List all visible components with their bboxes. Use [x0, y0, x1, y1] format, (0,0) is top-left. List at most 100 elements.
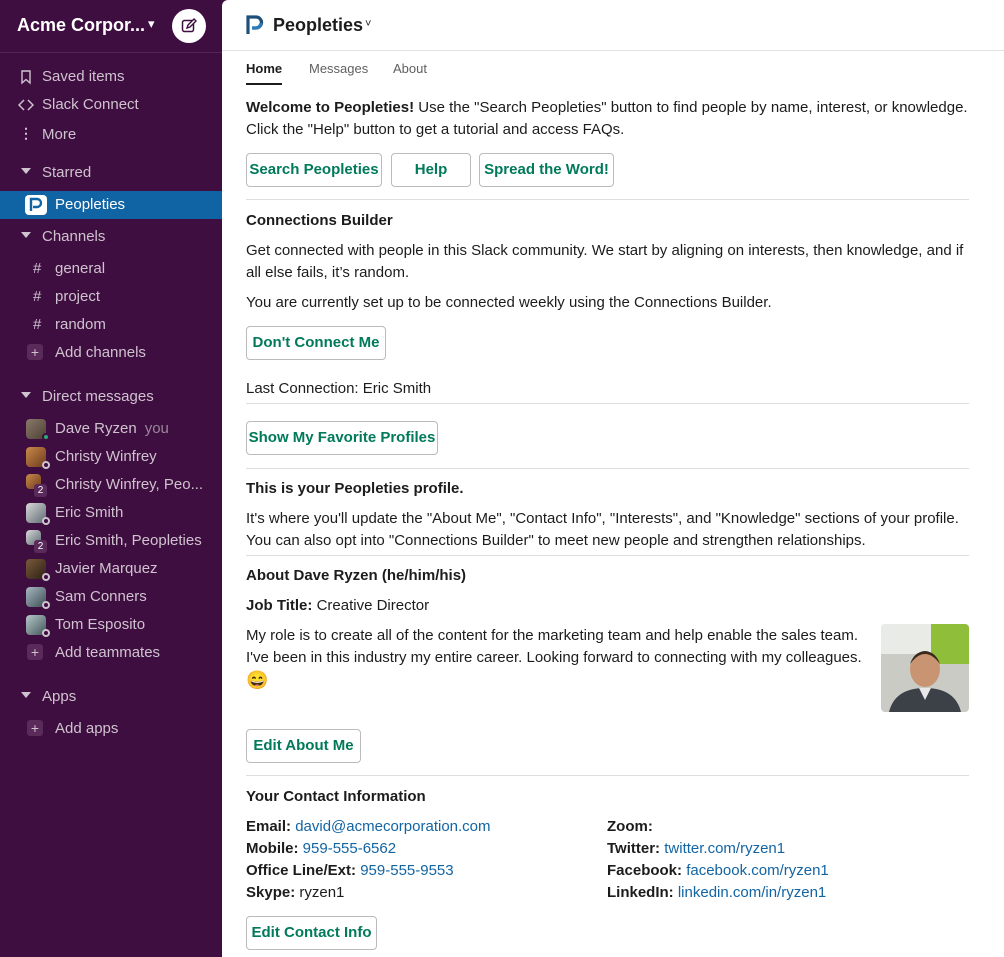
connections-description: Get connected with people in this Slack …	[246, 242, 964, 259]
divider	[246, 403, 969, 404]
linkedin-link[interactable]: linkedin.com/in/ryzen1	[678, 884, 826, 901]
contact-mobile: Mobile: 959-555-6562	[246, 838, 396, 860]
dm-item[interactable]: Eric Smith	[0, 499, 222, 527]
spread-the-word-button[interactable]: Spread the Word!	[479, 153, 614, 187]
sidebar-item-slack-connect[interactable]: Slack Connect	[0, 91, 222, 119]
dm-name: Dave Ryzen	[55, 420, 137, 437]
dm-item[interactable]: Christy Winfrey	[0, 443, 222, 471]
divider	[246, 468, 969, 469]
grinning-emoji: 😄	[246, 670, 269, 690]
status-active-icon	[42, 433, 50, 441]
edit-about-me-button[interactable]: Edit About Me	[246, 729, 361, 763]
section-direct-messages[interactable]: Direct messages	[0, 383, 222, 411]
sidebar-item-more[interactable]: ⋮ More	[0, 121, 222, 149]
status-away-icon	[42, 461, 50, 469]
compose-button[interactable]	[172, 9, 206, 43]
slack-window: Acme Corpor... ▾ Saved items Slack Conne…	[0, 0, 1004, 957]
sidebar-item-saved[interactable]: Saved items	[0, 63, 222, 91]
sidebar-item-label: Slack Connect	[42, 96, 139, 113]
channel-general[interactable]: # general	[0, 255, 222, 283]
welcome-heading: Welcome to Peopleties!	[246, 99, 415, 116]
tab-home[interactable]: Home	[246, 61, 282, 76]
workspace-name[interactable]: Acme Corpor...	[17, 15, 145, 36]
dm-item[interactable]: Tom Esposito	[0, 611, 222, 639]
bio-text: My role is to create all of the content …	[246, 627, 859, 644]
channel-project[interactable]: # project	[0, 283, 222, 311]
caret-down-icon	[21, 168, 31, 174]
chevron-down-icon[interactable]: ▾	[148, 16, 155, 32]
channel-random[interactable]: # random	[0, 311, 222, 339]
dm-label: Eric Smith, Peopleties	[55, 532, 202, 549]
channel-label: project	[55, 288, 101, 305]
plus-icon: +	[27, 644, 43, 660]
dm-group-item[interactable]: 2 Eric Smith, Peopleties	[0, 527, 222, 555]
sidebar-item-label: Peopleties	[55, 196, 126, 213]
job-title: Job Title: Creative Director	[246, 595, 429, 617]
skype-value: ryzen1	[295, 884, 345, 901]
edit-contact-info-button[interactable]: Edit Contact Info	[246, 916, 377, 950]
add-channels-label: Add channels	[55, 344, 146, 361]
chevron-down-icon[interactable]: ˅	[365, 18, 371, 30]
add-apps-label: Add apps	[55, 720, 119, 737]
more-icon: ⋮	[19, 125, 33, 141]
profile-title: This is your Peopleties profile.	[246, 480, 464, 497]
twitter-label: Twitter:	[607, 840, 661, 857]
search-peopleties-button[interactable]: Search Peopleties	[246, 153, 382, 187]
show-favorite-profiles-button[interactable]: Show My Favorite Profiles	[246, 421, 438, 455]
welcome-help-text: Click the "Help" button to get a tutoria…	[246, 121, 625, 138]
connections-title: Connections Builder	[246, 212, 393, 229]
dm-item[interactable]: Javier Marquez	[0, 555, 222, 583]
add-apps-button[interactable]: + Add apps	[0, 715, 222, 743]
app-title[interactable]: Peopleties	[273, 15, 363, 36]
connections-status: You are currently set up to be connected…	[246, 294, 772, 311]
dont-connect-me-button[interactable]: Don't Connect Me	[246, 326, 386, 360]
bio-text: I've been in this industry my entire car…	[246, 649, 862, 666]
dm-label: Christy Winfrey	[55, 448, 157, 465]
email-link[interactable]: david@acmecorporation.com	[295, 818, 490, 835]
office-link[interactable]: 959-555-9553	[360, 862, 453, 879]
welcome-line: Use the "Search Peopleties" button to fi…	[414, 99, 968, 116]
channel-label: general	[55, 260, 106, 277]
section-channels[interactable]: Channels	[0, 223, 222, 251]
facebook-label: Facebook:	[607, 862, 683, 879]
sidebar: Acme Corpor... ▾ Saved items Slack Conne…	[0, 0, 222, 957]
profile-photo-image	[881, 624, 969, 712]
dm-label: Tom Esposito	[55, 616, 146, 633]
hash-icon: #	[33, 288, 42, 305]
member-count-badge: 2	[34, 540, 47, 553]
contact-skype: Skype: ryzen1	[246, 882, 344, 904]
sidebar-item-label: Saved items	[42, 68, 125, 85]
app-tabs: Home Messages About	[222, 51, 1004, 87]
dm-label: Javier Marquez	[55, 560, 158, 577]
twitter-link[interactable]: twitter.com/ryzen1	[664, 840, 785, 857]
section-starred[interactable]: Starred	[0, 159, 222, 187]
section-label: Apps	[42, 688, 77, 705]
sidebar-item-peopleties[interactable]: Peopleties	[0, 191, 222, 219]
profile-photo	[881, 624, 969, 712]
app-header: Peopleties ˅	[222, 0, 1004, 51]
contact-facebook: Facebook: facebook.com/ryzen1	[607, 860, 829, 882]
status-away-icon	[42, 573, 50, 581]
caret-down-icon	[21, 392, 31, 398]
add-teammates-button[interactable]: + Add teammates	[0, 639, 222, 667]
contact-office: Office Line/Ext: 959-555-9553	[246, 860, 454, 882]
dm-item[interactable]: Sam Conners	[0, 583, 222, 611]
status-away-icon	[42, 601, 50, 609]
dm-item[interactable]: Dave Ryzen you	[0, 415, 222, 443]
profile-description: It's where you'll update the "About Me",…	[246, 510, 959, 527]
about-title: About Dave Ryzen (he/him/his)	[246, 567, 467, 584]
help-button[interactable]: Help	[391, 153, 471, 187]
status-away-icon	[42, 517, 50, 525]
mobile-link[interactable]: 959-555-6562	[303, 840, 396, 857]
facebook-link[interactable]: facebook.com/ryzen1	[686, 862, 829, 879]
section-apps[interactable]: Apps	[0, 683, 222, 711]
last-connection: Last Connection: Eric Smith	[246, 380, 432, 397]
tab-about[interactable]: About	[393, 61, 427, 76]
dm-label: Christy Winfrey, Peo...	[55, 476, 204, 493]
mobile-label: Mobile:	[246, 840, 299, 857]
add-channels-button[interactable]: + Add channels	[0, 339, 222, 367]
tab-messages[interactable]: Messages	[309, 61, 368, 76]
workspace-header[interactable]: Acme Corpor... ▾	[0, 0, 222, 53]
divider	[246, 199, 969, 200]
dm-group-item[interactable]: 2 Christy Winfrey, Peo...	[0, 471, 222, 499]
